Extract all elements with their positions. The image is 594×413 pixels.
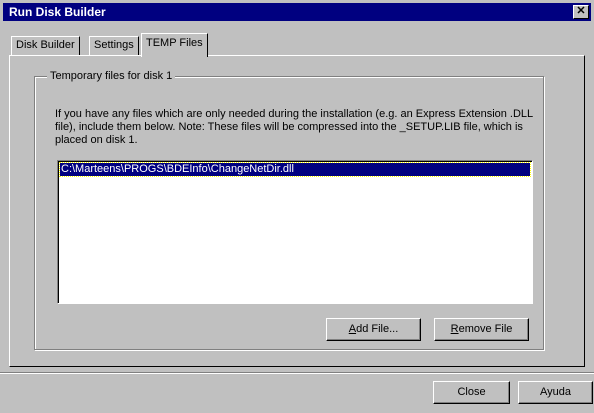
title-bar: Run Disk Builder ✕ [3, 3, 591, 21]
list-item[interactable]: C:\Marteens\PROGS\BDEInfo\ChangeNetDir.d… [59, 162, 531, 177]
tab-label: TEMP Files [146, 37, 203, 49]
tab-settings[interactable]: Settings [89, 36, 139, 55]
remove-file-button[interactable]: Remove File [434, 318, 529, 341]
add-file-label: dd File... [356, 323, 399, 335]
close-button[interactable]: Close [433, 381, 510, 404]
close-icon[interactable]: ✕ [573, 5, 589, 19]
footer-divider [0, 372, 594, 374]
group-legend: Temporary files for disk 1 [47, 70, 176, 82]
tab-disk-builder[interactable]: Disk Builder [11, 36, 80, 55]
tab-label: Settings [94, 39, 134, 51]
help-button[interactable]: Ayuda [518, 381, 593, 404]
add-file-button[interactable]: Add File... [326, 318, 421, 341]
group-description: If you have any files which are only nee… [55, 108, 533, 146]
run-disk-builder-window: Run Disk Builder ✕ Disk Builder Settings… [0, 0, 594, 413]
temp-files-listbox[interactable]: C:\Marteens\PROGS\BDEInfo\ChangeNetDir.d… [57, 160, 533, 304]
tab-temp-files[interactable]: TEMP Files [141, 33, 208, 57]
remove-file-label: emove File [458, 323, 513, 335]
remove-file-mnemonic: R [450, 323, 459, 335]
tab-label: Disk Builder [16, 39, 75, 51]
add-file-mnemonic: A [348, 323, 357, 335]
window-title: Run Disk Builder [9, 5, 106, 19]
